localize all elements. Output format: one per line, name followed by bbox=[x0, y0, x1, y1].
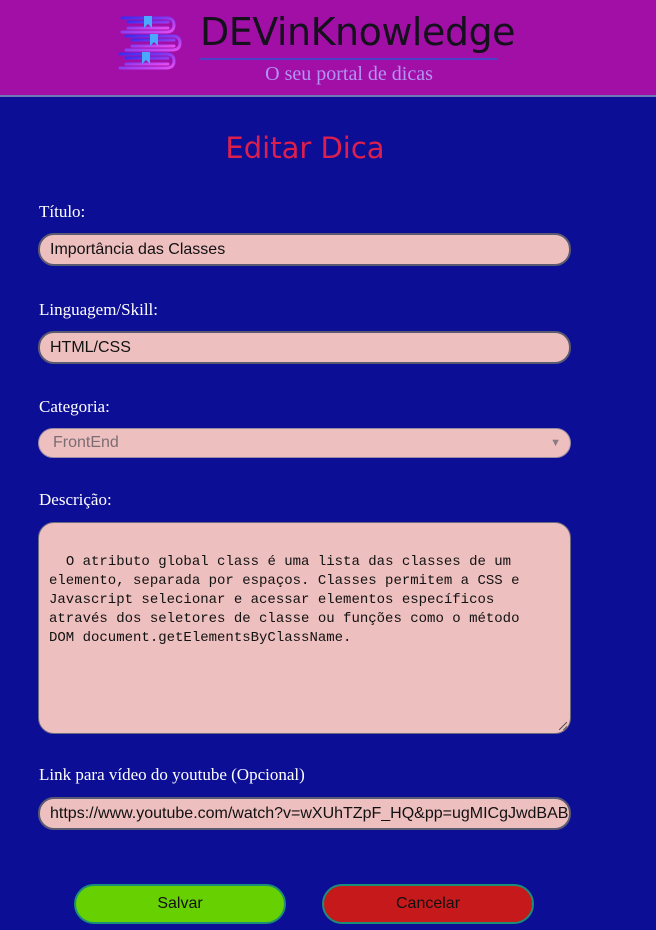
cancel-button[interactable]: Cancelar bbox=[322, 884, 534, 924]
video-label: Link para vídeo do youtube (Opcional) bbox=[39, 765, 305, 784]
category-label: Categoria: bbox=[39, 397, 110, 416]
category-select[interactable]: FrontEnd ▼ bbox=[38, 428, 571, 458]
brand-name: DEVinKnowledge bbox=[200, 10, 515, 54]
title-label: Título: bbox=[39, 202, 86, 221]
skill-label: Linguagem/Skill: bbox=[39, 300, 158, 319]
resize-handle-icon[interactable] bbox=[559, 722, 567, 730]
video-link-input[interactable]: https://www.youtube.com/watch?v=wXUhTZpF… bbox=[38, 797, 571, 830]
chevron-down-icon: ▼ bbox=[550, 437, 561, 449]
category-selected-value: FrontEnd bbox=[53, 434, 119, 451]
title-input[interactable]: Importância das Classes bbox=[38, 233, 571, 266]
description-text: O atributo global class é uma lista das … bbox=[49, 554, 520, 646]
brand-divider bbox=[200, 58, 498, 60]
description-label: Descrição: bbox=[39, 490, 112, 509]
save-button[interactable]: Salvar bbox=[74, 884, 286, 924]
stacked-books-icon bbox=[118, 16, 182, 72]
tagline: O seu portal de dicas bbox=[265, 63, 433, 85]
page-title: Editar Dica bbox=[225, 131, 385, 165]
site-header: DEVinKnowledge O seu portal de dicas bbox=[0, 0, 656, 97]
skill-input[interactable]: HTML/CSS bbox=[38, 331, 571, 364]
description-textarea[interactable]: O atributo global class é uma lista das … bbox=[38, 522, 571, 734]
